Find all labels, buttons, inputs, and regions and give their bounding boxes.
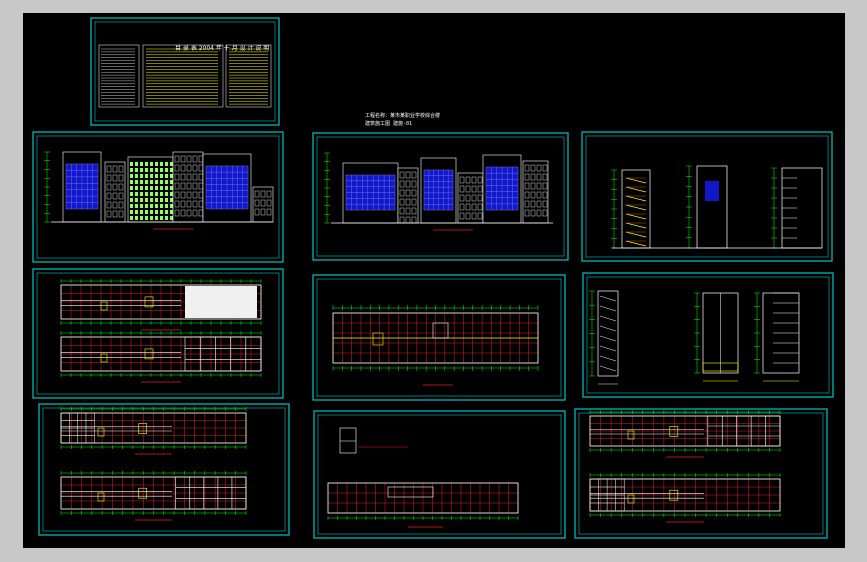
plan-roof-drawing	[327, 427, 519, 528]
plan-floors-1-2-drawing	[60, 279, 262, 383]
elevation-south-drawing	[44, 151, 274, 230]
plan-site-drawing	[332, 305, 539, 386]
sheet-frame-section-stairs	[582, 272, 834, 398]
plan-floors-5-6-drawing	[589, 410, 781, 523]
sheet-frame-cover	[90, 17, 280, 126]
sheet-caption-line2: 建筑施工图 建施-01	[365, 121, 413, 127]
cover-index-table	[98, 44, 272, 108]
elevation-north-drawing	[324, 152, 553, 231]
plan-floors-3-4-drawing	[60, 407, 247, 521]
sheet-frame-plan-site	[312, 274, 566, 401]
cover-sheet-title: 目 录 表 2004 年 十 月 设 计 说 明	[175, 45, 270, 52]
section-stairs-drawing	[589, 290, 800, 385]
elevation-sections-drawing	[611, 165, 823, 249]
drawing-canvas[interactable]: 目 录 表 2004 年 十 月 设 计 说 明 工程名称：某市某职业学校综合楼…	[23, 13, 845, 548]
sheet-caption-line1: 工程名称：某市某职业学校综合楼	[365, 113, 441, 119]
sheet-frame-plan-5-6	[574, 408, 828, 539]
sheet-frame-plan-roof	[313, 410, 566, 539]
cad-drawing[interactable]	[23, 13, 845, 548]
